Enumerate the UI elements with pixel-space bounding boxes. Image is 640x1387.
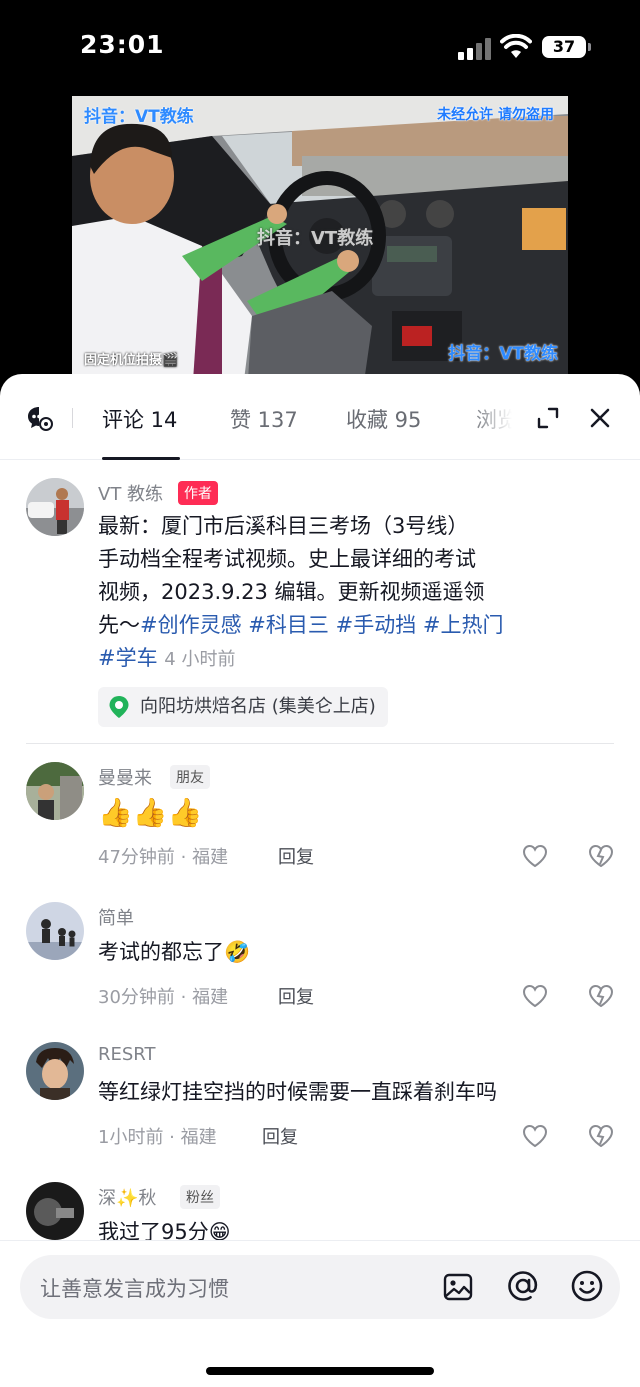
emoji-picker-icon[interactable]: [570, 1269, 604, 1303]
comment-input[interactable]: 让善意发言成为习惯: [20, 1255, 620, 1319]
hashtag-link[interactable]: #创作灵感: [140, 613, 242, 637]
avatar[interactable]: [26, 478, 84, 536]
tab-likes[interactable]: 赞 137: [230, 404, 298, 434]
home-indicator: [206, 1367, 434, 1375]
comment-text: 👍👍👍: [98, 796, 203, 829]
comment-text: 我过了95分😁: [98, 1216, 231, 1240]
thumbs-up-emoji: 👍👍👍: [98, 796, 203, 829]
expand-icon[interactable]: [536, 406, 560, 430]
divider: [26, 743, 614, 744]
tab-bar: 评论 14 赞 137 收藏 95 浏览: [0, 374, 640, 460]
like-heart-icon[interactable]: [522, 984, 548, 1008]
comment-input-bar: 让善意发言成为习惯: [0, 1240, 640, 1387]
reply-button[interactable]: 回复: [278, 983, 314, 1009]
comment-item: 曼曼来 朋友 👍👍👍 47分钟前 · 福建 回复: [0, 760, 640, 900]
dislike-heart-icon[interactable]: [588, 984, 614, 1008]
commenter-name[interactable]: 深✨秋: [98, 1184, 156, 1210]
comment-time: 4 小时前: [164, 649, 236, 670]
location-chip[interactable]: 向阳坊烘焙名店 (集美仑上店): [98, 687, 388, 727]
tab-favorites[interactable]: 收藏 95: [346, 404, 421, 434]
commenter-name[interactable]: 曼曼来: [98, 764, 152, 790]
ai-chat-icon[interactable]: [26, 404, 54, 432]
fan-badge: 粉丝: [180, 1185, 220, 1209]
watermark-bottom-right: 抖音：VT教练: [448, 344, 558, 364]
hashtag-link[interactable]: #科目三: [248, 613, 329, 637]
like-heart-icon[interactable]: [522, 844, 548, 868]
comment-text: 等红绿灯挂空挡的时候需要一直踩着刹车吗: [98, 1080, 497, 1104]
cellular-signal-icon: [458, 38, 492, 60]
tab-comments[interactable]: 评论 14: [102, 404, 177, 434]
avatar[interactable]: [26, 902, 84, 960]
dislike-heart-icon[interactable]: [588, 844, 614, 868]
avatar[interactable]: [26, 762, 84, 820]
comment-meta: 30分钟前 · 福建: [98, 987, 229, 1008]
comment-item: 深✨秋 粉丝 我过了95分😁: [0, 1180, 640, 1240]
reply-button[interactable]: 回复: [278, 843, 314, 869]
dislike-heart-icon[interactable]: [588, 1124, 614, 1148]
watermark-center: 抖音：VT教练: [257, 228, 374, 249]
reply-button[interactable]: 回复: [262, 1123, 298, 1149]
author-badge: 作者: [178, 481, 218, 505]
comment-meta: 1小时前 · 福建: [98, 1127, 217, 1148]
avatar[interactable]: [26, 1182, 84, 1240]
watermark-top-right: 未经允许 请勿盗用: [437, 107, 554, 123]
watermark-bottom-left: 固定机位拍摄🎬: [84, 353, 179, 368]
battery-icon: 37: [542, 36, 591, 58]
comment-item: 简单 考试的都忘了🤣 30分钟前 · 福建 回复: [0, 900, 640, 1040]
comment-text: 考试的都忘了🤣: [98, 940, 251, 964]
image-icon[interactable]: [442, 1271, 474, 1303]
commenter-name[interactable]: VT 教练: [98, 480, 163, 506]
like-heart-icon[interactable]: [522, 1124, 548, 1148]
watermark-top-left: 抖音：VT教练: [84, 107, 194, 127]
mention-icon[interactable]: [506, 1269, 540, 1303]
comments-sheet: 评论 14 赞 137 收藏 95 浏览 VT 教练 作者 最新：厦门市后: [0, 374, 640, 1387]
avatar[interactable]: [26, 1042, 84, 1100]
comment-input-placeholder: 让善意发言成为习惯: [40, 1277, 229, 1301]
status-bar: 23:01 37: [0, 0, 640, 96]
comment-item: RESRT 等红绿灯挂空挡的时候需要一直踩着刹车吗 1小时前 · 福建 回复: [0, 1040, 640, 1180]
wifi-icon: [500, 34, 532, 58]
commenter-name[interactable]: 简单: [98, 904, 134, 930]
comment-meta: 47分钟前 · 福建: [98, 847, 229, 868]
close-icon[interactable]: [588, 406, 612, 430]
grinning-emoji: 😁: [208, 1220, 231, 1240]
friend-badge: 朋友: [170, 765, 210, 789]
status-time: 23:01: [80, 30, 165, 59]
hashtag-link[interactable]: #手动挡: [336, 613, 417, 637]
comment-text: 最新：厦门市后溪科目三考场（3号线） 手动档全程考试视频。史上最详细的考试 视频…: [98, 514, 504, 670]
location-pin-icon: [109, 696, 129, 718]
video-player[interactable]: 抖音：VT教练 未经允许 请勿盗用 抖音：VT教练 抖音：VT教练 固定机位拍摄…: [72, 96, 568, 396]
hashtag-link[interactable]: #上热门: [423, 613, 504, 637]
laughing-emoji: 🤣: [224, 940, 251, 964]
hashtag-link[interactable]: #学车: [98, 646, 158, 670]
tab-separator: [72, 408, 73, 428]
commenter-name[interactable]: RESRT: [98, 1044, 156, 1065]
